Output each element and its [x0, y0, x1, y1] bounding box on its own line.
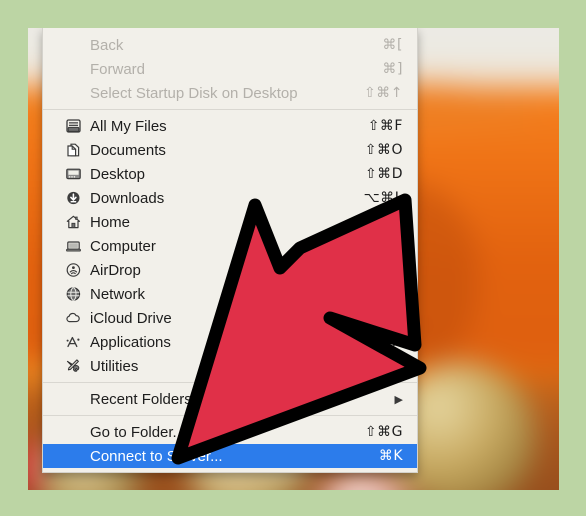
menu-item-shortcut: ⇧⌘G: [364, 424, 403, 440]
menu-item-shortcut: ⇧⌘A: [366, 334, 403, 350]
menu-item-shortcut: ⇧⌘I: [371, 310, 403, 326]
menu-item-shortcut: ⌘K: [378, 448, 403, 464]
menu-item-shortcut: ⇧⌘C: [365, 238, 403, 254]
menu-item-label: Recent Folders: [90, 390, 192, 408]
menu-item-label: Utilities: [90, 357, 139, 375]
menu-item-shortcut: ⇧⌘K: [366, 286, 403, 302]
menu-item-utilities[interactable]: Utilities ⇧⌘U: [43, 354, 417, 378]
menu-item-label: All My Files: [90, 117, 167, 135]
menu-item-connect-to-server[interactable]: Connect to Server... ⌘K: [43, 444, 417, 468]
menu-item-label: Go to Folder...: [90, 423, 186, 441]
page-border-top: [0, 0, 586, 28]
menu-item-label: Select Startup Disk on Desktop: [90, 84, 298, 102]
screenshot-root: wGoWindowHelp Back⌘[Forward⌘]Select Star…: [0, 0, 586, 516]
menu-item-network[interactable]: Network ⇧⌘K: [43, 282, 417, 306]
icloud-drive-icon: [63, 310, 83, 326]
menu-item-forward: Forward ⌘]: [43, 57, 417, 81]
menu-item-go-to-folder[interactable]: Go to Folder... ⇧⌘G: [43, 420, 417, 444]
desktop-icon: [63, 166, 83, 182]
menu-item-applications[interactable]: Applications ⇧⌘A: [43, 330, 417, 354]
menu-item-label: iCloud Drive: [90, 309, 172, 327]
documents-icon: [63, 142, 83, 158]
menu-separator: [43, 415, 417, 416]
menu-item-shortcut: ⇧⌘H: [365, 214, 403, 230]
menu-item-back: Back ⌘[: [43, 33, 417, 57]
menu-item-label: Connect to Server...: [90, 447, 223, 465]
menu-item-recent-folders[interactable]: Recent Folders ▶: [43, 387, 417, 411]
menu-item-label: Computer: [90, 237, 156, 255]
downloads-icon: [63, 190, 83, 206]
menu-item-all-my-files[interactable]: All My Files ⇧⌘F: [43, 114, 417, 138]
menu-item-label: Network: [90, 285, 146, 303]
menu-item-label: Back: [90, 36, 124, 54]
menu-item-downloads[interactable]: Downloads ⌥⌘L: [43, 186, 417, 210]
computer-icon: [63, 238, 83, 254]
menu-item-shortcut: ⌥⌘L: [363, 190, 403, 206]
menu-item-label: Desktop: [90, 165, 146, 183]
menu-item-home[interactable]: Home ⇧⌘H: [43, 210, 417, 234]
menu-item-shortcut: ⌘]: [382, 61, 403, 77]
airdrop-icon: [63, 262, 83, 278]
menu-item-shortcut: ⇧⌘D: [364, 166, 403, 182]
menu-item-label: Downloads: [90, 189, 165, 207]
all-my-files-icon: [63, 118, 83, 134]
menu-item-label: Documents: [90, 141, 166, 159]
menu-item-shortcut: ⇧⌘U: [365, 358, 403, 374]
menu-item-label: AirDrop: [90, 261, 141, 279]
menu-item-shortcut: ⇧⌘↑: [364, 85, 403, 101]
menu-item-airdrop[interactable]: AirDrop ⇧⌘R: [43, 258, 417, 282]
applications-icon: [63, 334, 83, 350]
submenu-arrow-icon: ▶: [394, 393, 403, 406]
menu-item-shortcut: ⇧⌘F: [367, 118, 403, 134]
page-border-bottom: [0, 490, 586, 516]
menu-item-label: Applications: [90, 333, 171, 351]
network-icon: [63, 286, 83, 302]
page-border-left: [0, 0, 28, 516]
menu-item-label: Forward: [90, 60, 146, 78]
utilities-icon: [63, 358, 83, 374]
menu-separator: [43, 382, 417, 383]
menu-item-select-startup-disk-on-desktop: Select Startup Disk on Desktop ⇧⌘↑: [43, 81, 417, 105]
menu-item-computer[interactable]: Computer ⇧⌘C: [43, 234, 417, 258]
menu-separator: [43, 109, 417, 110]
home-icon: [63, 214, 83, 230]
menu-item-shortcut: ⌘[: [382, 37, 403, 53]
page-border-right: [559, 0, 586, 516]
menu-item-shortcut: ⇧⌘R: [366, 262, 403, 278]
menu-item-label: Home: [90, 213, 131, 231]
menu-item-shortcut: ⇧⌘O: [364, 142, 403, 158]
menu-item-documents[interactable]: Documents ⇧⌘O: [43, 138, 417, 162]
menu-item-icloud-drive[interactable]: iCloud Drive ⇧⌘I: [43, 306, 417, 330]
go-menu-dropdown[interactable]: Back ⌘[ Forward ⌘] Select Startup Disk on De…: [42, 28, 418, 473]
menu-item-desktop[interactable]: Desktop ⇧⌘D: [43, 162, 417, 186]
